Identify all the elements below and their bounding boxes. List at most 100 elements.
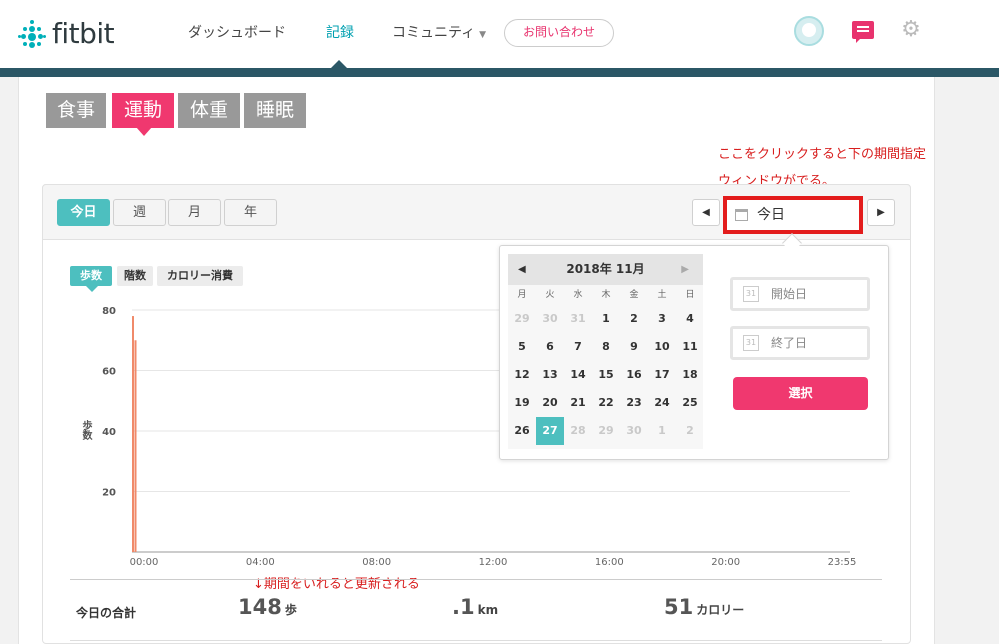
calendar-day[interactable]: 16: [620, 361, 648, 389]
end-date-field[interactable]: 31 終了日: [730, 326, 870, 360]
chart-x-tick-label: 00:00: [130, 557, 159, 568]
total-distance-value: .1: [452, 595, 475, 619]
nav-community-label: コミュニティ: [392, 25, 476, 41]
prev-date-button[interactable]: ◀: [692, 199, 720, 226]
metric-tab-calories[interactable]: カロリー消費: [157, 266, 243, 286]
metric-tab-floors[interactable]: 階数: [117, 266, 153, 286]
total-distance-unit: km: [477, 603, 499, 617]
calendar-day[interactable]: 26: [508, 417, 536, 445]
period-week-button[interactable]: 週: [113, 199, 166, 226]
calendar-day[interactable]: 3: [648, 305, 676, 333]
calendar-weekday: 土: [657, 290, 667, 300]
calendar-day[interactable]: 4: [676, 305, 704, 333]
calendar-day[interactable]: 13: [536, 361, 564, 389]
chart-y-tick-label: 80: [102, 306, 116, 317]
calendar-prev-icon[interactable]: ◀: [518, 254, 526, 285]
metric-tab-steps[interactable]: 歩数: [70, 266, 112, 286]
next-date-button[interactable]: ▶: [867, 199, 895, 226]
chart-x-tick-label: 16:00: [595, 557, 624, 568]
nav-log[interactable]: 記録: [326, 22, 354, 42]
chevron-down-icon: ▼: [479, 30, 487, 40]
calendar-day: 31: [570, 312, 586, 325]
calendar-weekday: 金: [629, 290, 639, 300]
calendar-icon: [735, 209, 748, 221]
annotation-top-line1: ここをクリックすると下の期間指定: [718, 147, 927, 162]
calendar-day[interactable]: 7: [564, 333, 592, 361]
calendar-day[interactable]: 21: [564, 389, 592, 417]
category-tab-exercise[interactable]: 運動: [112, 93, 174, 128]
calendar-day: 30: [542, 312, 558, 325]
calendar-day[interactable]: 17: [648, 361, 676, 389]
avatar[interactable]: [794, 16, 824, 46]
nav-stripe: [0, 68, 999, 77]
calendar-day[interactable]: 18: [676, 361, 704, 389]
calendar-weekday: 火: [545, 290, 555, 300]
totals-bottom-divider: [70, 640, 882, 641]
fitbit-dots-icon: [18, 19, 46, 48]
calendar-day[interactable]: 11: [676, 333, 704, 361]
calendar-weekday: 木: [601, 290, 611, 300]
chart-x-tick-label: 04:00: [246, 557, 275, 568]
annotation-middle: ↓期間をいれると更新される: [253, 577, 420, 592]
nav-dashboard[interactable]: ダッシュボード: [188, 22, 286, 42]
period-year-button[interactable]: 年: [224, 199, 277, 226]
calendar-day[interactable]: 10: [648, 333, 676, 361]
calendar-day: 2: [686, 424, 694, 437]
calendar-day[interactable]: 27: [536, 417, 564, 445]
calendar-day[interactable]: 19: [508, 389, 536, 417]
calendar-day[interactable]: 5: [508, 333, 536, 361]
calendar-day[interactable]: 15: [592, 361, 620, 389]
calendar-weekday: 月: [517, 290, 527, 300]
chart-x-tick-label: 12:00: [479, 557, 508, 568]
active-category-indicator: [136, 127, 152, 136]
gear-icon[interactable]: ⚙: [900, 19, 922, 41]
calendar-day: 29: [514, 312, 530, 325]
calendar-icon: 31: [743, 335, 759, 351]
total-calories-value: 51: [664, 595, 694, 619]
calendar-day[interactable]: 12: [508, 361, 536, 389]
total-calories-unit: カロリー: [696, 603, 745, 617]
totals-label: 今日の合計: [76, 606, 137, 620]
calendar-day[interactable]: 2: [620, 305, 648, 333]
period-month-button[interactable]: 月: [168, 199, 221, 226]
category-tab-sleep[interactable]: 睡眠: [244, 93, 306, 128]
calendar-day[interactable]: 23: [620, 389, 648, 417]
calendar-day[interactable]: 6: [536, 333, 564, 361]
calendar-day: 28: [570, 424, 586, 437]
period-today-button[interactable]: 今日: [57, 199, 110, 226]
calendar-day[interactable]: 8: [592, 333, 620, 361]
total-distance: .1 km: [452, 595, 498, 619]
date-range-value: 今日: [757, 207, 785, 223]
calendar-weekday: 水: [573, 290, 583, 300]
calendar-day[interactable]: 24: [648, 389, 676, 417]
start-date-placeholder: 開始日: [771, 287, 808, 301]
chart-x-tick-label: 23:55: [828, 557, 857, 568]
calendar-day[interactable]: 14: [564, 361, 592, 389]
select-button[interactable]: 選択: [733, 377, 868, 410]
category-tab-weight[interactable]: 体重: [178, 93, 240, 128]
end-date-placeholder: 終了日: [771, 336, 808, 350]
calendar-day[interactable]: 20: [536, 389, 564, 417]
start-date-field[interactable]: 31 開始日: [730, 277, 870, 311]
calendar: ◀ 2018年 11月 ▶ 月火水木金土日 29 30 31 1 2 3 4 5 6 7 8 9 10 11…: [508, 254, 703, 449]
category-tab-food[interactable]: 食事: [46, 93, 106, 128]
chart-y-tick-label: 60: [102, 367, 116, 378]
calendar-weekday: 日: [685, 290, 695, 300]
calendar-day[interactable]: 1: [592, 305, 620, 333]
calendar-day[interactable]: 9: [620, 333, 648, 361]
chart-bar[interactable]: [134, 340, 137, 552]
calendar-day[interactable]: 25: [676, 389, 704, 417]
nav-community[interactable]: コミュニティ ▼: [392, 22, 486, 42]
calendar-header: ◀ 2018年 11月 ▶: [508, 254, 703, 285]
fitbit-logo[interactable]: fitbit: [18, 17, 115, 50]
calendar-next-icon[interactable]: ▶: [681, 254, 689, 285]
date-range-input[interactable]: 今日: [723, 196, 863, 234]
contact-button[interactable]: お問い合わせ: [504, 19, 614, 47]
chart-bar[interactable]: [132, 316, 134, 552]
chart-y-tick-label: 20: [102, 488, 116, 499]
message-icon[interactable]: [852, 21, 874, 43]
calendar-icon: 31: [743, 286, 759, 302]
active-nav-indicator: [330, 60, 348, 69]
total-steps: 148 歩: [238, 595, 297, 619]
calendar-day[interactable]: 22: [592, 389, 620, 417]
